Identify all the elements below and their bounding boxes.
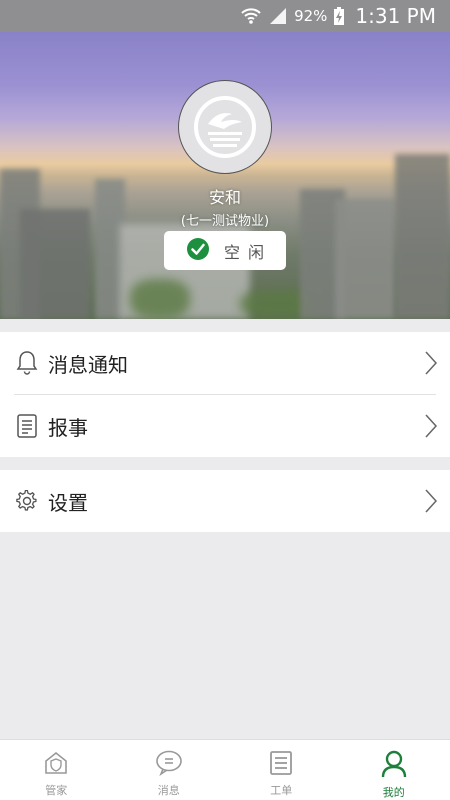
avatar[interactable] (178, 80, 272, 174)
nav-item-butler[interactable]: 管家 (0, 740, 113, 800)
user-name: 安和 (208, 188, 241, 207)
chevron-right-icon (424, 489, 438, 517)
bottom-nav: 管家 消息 工单 我的 (0, 739, 450, 800)
menu-item-notifications[interactable]: 消息通知 (0, 332, 450, 394)
work-status-label: 空闲 (224, 242, 273, 262)
chat-bubble-icon (155, 750, 183, 780)
nav-item-work-orders[interactable]: 工单 (225, 740, 338, 800)
menu-item-settings[interactable]: 设置 (0, 470, 450, 532)
nav-item-messages[interactable]: 消息 (113, 740, 226, 800)
status-bar: 92% 1:31 PM (0, 0, 450, 32)
company-logo-icon (194, 96, 256, 158)
clock: 1:31 PM (355, 4, 436, 28)
work-status-button[interactable]: 空闲 (164, 231, 286, 270)
signal-icon (268, 7, 288, 25)
nav-label-messages: 消息 (157, 784, 180, 797)
menu-item-report[interactable]: 报事 (0, 395, 450, 457)
battery-charging-icon (333, 6, 345, 26)
menu-label-report: 报事 (48, 415, 88, 440)
nav-item-mine[interactable]: 我的 (338, 740, 450, 800)
profile-header: 安和 (七一测试物业) 空闲 (0, 32, 450, 319)
check-circle-icon (186, 237, 210, 265)
nav-label-butler: 管家 (45, 784, 68, 797)
document-icon (16, 413, 38, 439)
chevron-right-icon (424, 351, 438, 379)
work-order-icon (269, 750, 293, 780)
menu-label-notifications: 消息通知 (48, 352, 128, 377)
menu-label-settings: 设置 (48, 490, 88, 515)
nav-label-work-orders: 工单 (270, 784, 293, 797)
person-icon (381, 750, 407, 782)
chevron-right-icon (424, 414, 438, 442)
nav-label-mine: 我的 (382, 786, 405, 799)
battery-percent: 92% (294, 7, 328, 25)
house-shield-icon (43, 750, 69, 780)
menu-group-settings: 设置 (0, 470, 450, 532)
wifi-icon (240, 6, 262, 26)
menu-group-main: 消息通知 报事 (0, 332, 450, 457)
bell-icon (16, 350, 38, 376)
gear-icon (16, 488, 38, 514)
user-organization: (七一测试物业) (180, 214, 270, 229)
